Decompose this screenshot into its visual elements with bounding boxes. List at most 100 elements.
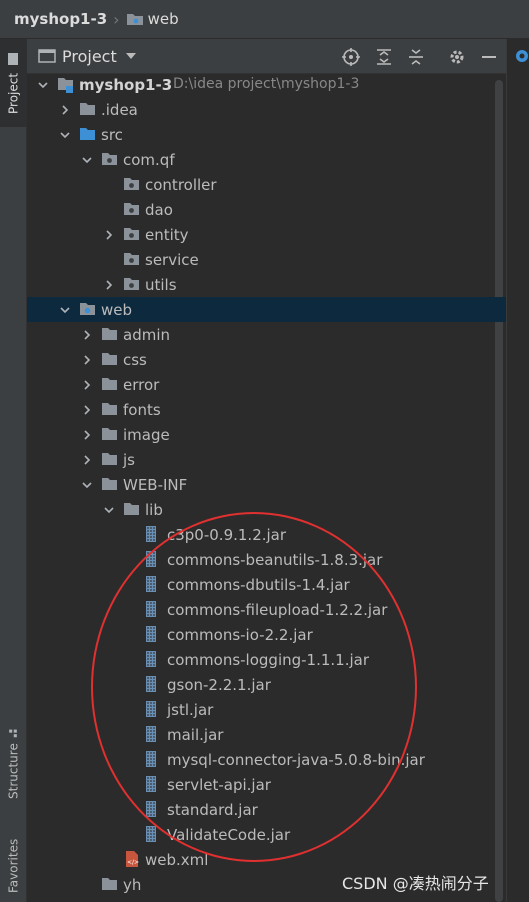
- jar-file-icon: [145, 625, 157, 647]
- jar-file-icon: [145, 650, 157, 672]
- folder-icon: [126, 14, 143, 25]
- tree-item[interactable]: dao: [27, 197, 506, 222]
- locate-file-icon[interactable]: [341, 47, 361, 67]
- tree-item[interactable]: jstl.jar: [27, 697, 506, 722]
- tree-item[interactable]: mysql-connector-java-5.0.8-bin.jar: [27, 747, 506, 772]
- tree-item[interactable]: gson-2.2.1.jar: [27, 672, 506, 697]
- tree-item[interactable]: css: [27, 347, 506, 372]
- tree-item[interactable]: controller: [27, 172, 506, 197]
- tree-item-label: commons-fileupload-1.2.2.jar: [167, 600, 388, 619]
- tree-item[interactable]: ValidateCode.jar: [27, 822, 506, 847]
- tree-item-label: css: [123, 350, 147, 369]
- chevron-right-icon[interactable]: [103, 279, 115, 291]
- tree-item-label: servlet-api.jar: [167, 775, 271, 794]
- tree-item[interactable]: web: [27, 297, 506, 322]
- jar-file-icon: [145, 575, 157, 597]
- jar-file-icon: [145, 825, 157, 847]
- package-icon: [123, 202, 140, 220]
- package-icon: [123, 177, 140, 195]
- tree-item[interactable]: commons-io-2.2.jar: [27, 622, 506, 647]
- chevron-right-icon[interactable]: [81, 429, 93, 441]
- tree-item-label: js: [123, 450, 135, 469]
- tree-item[interactable]: service: [27, 247, 506, 272]
- chevron-down-icon[interactable]: [59, 304, 71, 316]
- hide-panel-icon[interactable]: [479, 47, 499, 67]
- chevron-down-icon[interactable]: [37, 79, 49, 91]
- tree-item[interactable]: myshop1-3 D:\idea project\myshop1-3: [27, 72, 506, 97]
- chevron-right-icon[interactable]: [81, 379, 93, 391]
- tree-item-label: admin: [123, 325, 170, 344]
- collapse-all-icon[interactable]: [406, 47, 426, 67]
- tree-item-label: .idea: [101, 100, 138, 119]
- chevron-right-icon[interactable]: [81, 454, 93, 466]
- tree-item[interactable]: WEB-INF: [27, 472, 506, 497]
- tree-item[interactable]: commons-fileupload-1.2.2.jar: [27, 597, 506, 622]
- structure-tab-label: Structure: [6, 743, 21, 799]
- tree-item[interactable]: commons-beanutils-1.8.3.jar: [27, 547, 506, 572]
- structure-icon: [9, 729, 18, 738]
- jar-file-icon: [145, 725, 157, 747]
- breadcrumb-folder[interactable]: web: [148, 10, 179, 28]
- breadcrumb-project[interactable]: myshop1-3: [14, 10, 107, 28]
- expand-all-icon[interactable]: [374, 47, 394, 67]
- tree-item[interactable]: c3p0-0.9.1.2.jar: [27, 522, 506, 547]
- web-folder-icon: [79, 302, 96, 320]
- chevron-down-icon[interactable]: [59, 129, 71, 141]
- chevron-right-icon[interactable]: [103, 229, 115, 241]
- tree-item-label: WEB-INF: [123, 475, 188, 494]
- tree-item[interactable]: .idea: [27, 97, 506, 122]
- package-icon: [123, 277, 140, 295]
- tree-item[interactable]: commons-logging-1.1.1.jar: [27, 647, 506, 672]
- chevron-down-icon[interactable]: [103, 504, 115, 516]
- tree-item[interactable]: com.qf: [27, 147, 506, 172]
- folder-icon: [101, 327, 118, 345]
- tree-item[interactable]: </> web.xml: [27, 847, 506, 872]
- tree-item[interactable]: standard.jar: [27, 797, 506, 822]
- structure-tool-tab[interactable]: Structure: [0, 729, 27, 799]
- tree-item[interactable]: src: [27, 122, 506, 147]
- tree-item-label: com.qf: [123, 150, 175, 169]
- tree-item-label: mysql-connector-java-5.0.8-bin.jar: [167, 750, 425, 769]
- chevron-right-icon[interactable]: [81, 354, 93, 366]
- package-icon: [101, 152, 118, 170]
- tree-item[interactable]: error: [27, 372, 506, 397]
- tree-item[interactable]: lib: [27, 497, 506, 522]
- editor-tab-icon[interactable]: [515, 49, 529, 63]
- navigation-bar: myshop1-3 › web: [0, 0, 529, 39]
- source-folder-icon: [79, 127, 96, 145]
- chevron-down-icon[interactable]: [81, 154, 93, 166]
- project-tool-tab[interactable]: Project: [0, 39, 27, 127]
- module-icon: [57, 77, 74, 97]
- editor-gutter: [506, 39, 529, 902]
- chevron-right-icon[interactable]: [81, 329, 93, 341]
- package-icon: [123, 252, 140, 270]
- folder-icon: [123, 502, 140, 520]
- svg-text:</>: </>: [127, 859, 139, 866]
- folder-icon: [101, 427, 118, 445]
- tree-item[interactable]: image: [27, 422, 506, 447]
- chevron-down-icon[interactable]: [81, 479, 93, 491]
- tree-item[interactable]: servlet-api.jar: [27, 772, 506, 797]
- tree-item-label: fonts: [123, 400, 161, 419]
- chevron-right-icon[interactable]: [81, 404, 93, 416]
- left-tool-stripe: Project Structure Favorites: [0, 39, 27, 902]
- project-view-title[interactable]: Project: [62, 47, 117, 66]
- folder-icon: [101, 377, 118, 395]
- favorites-tool-tab[interactable]: Favorites: [0, 831, 27, 901]
- tree-item[interactable]: commons-dbutils-1.4.jar: [27, 572, 506, 597]
- tree-item-label: yh: [123, 875, 142, 894]
- tree-item[interactable]: fonts: [27, 397, 506, 422]
- tree-item[interactable]: js: [27, 447, 506, 472]
- tree-item[interactable]: utils: [27, 272, 506, 297]
- chevron-right-icon[interactable]: [59, 104, 71, 116]
- gear-icon[interactable]: [447, 47, 467, 67]
- tree-item[interactable]: admin: [27, 322, 506, 347]
- tree-item[interactable]: mail.jar: [27, 722, 506, 747]
- tree-item-label: commons-dbutils-1.4.jar: [167, 575, 350, 594]
- tree-item-label: standard.jar: [167, 800, 258, 819]
- jar-file-icon: [145, 700, 157, 722]
- folder-icon: [79, 102, 96, 120]
- tree-item[interactable]: entity: [27, 222, 506, 247]
- chevron-down-icon[interactable]: [125, 53, 136, 59]
- tree-item-label: myshop1-3: [79, 75, 173, 94]
